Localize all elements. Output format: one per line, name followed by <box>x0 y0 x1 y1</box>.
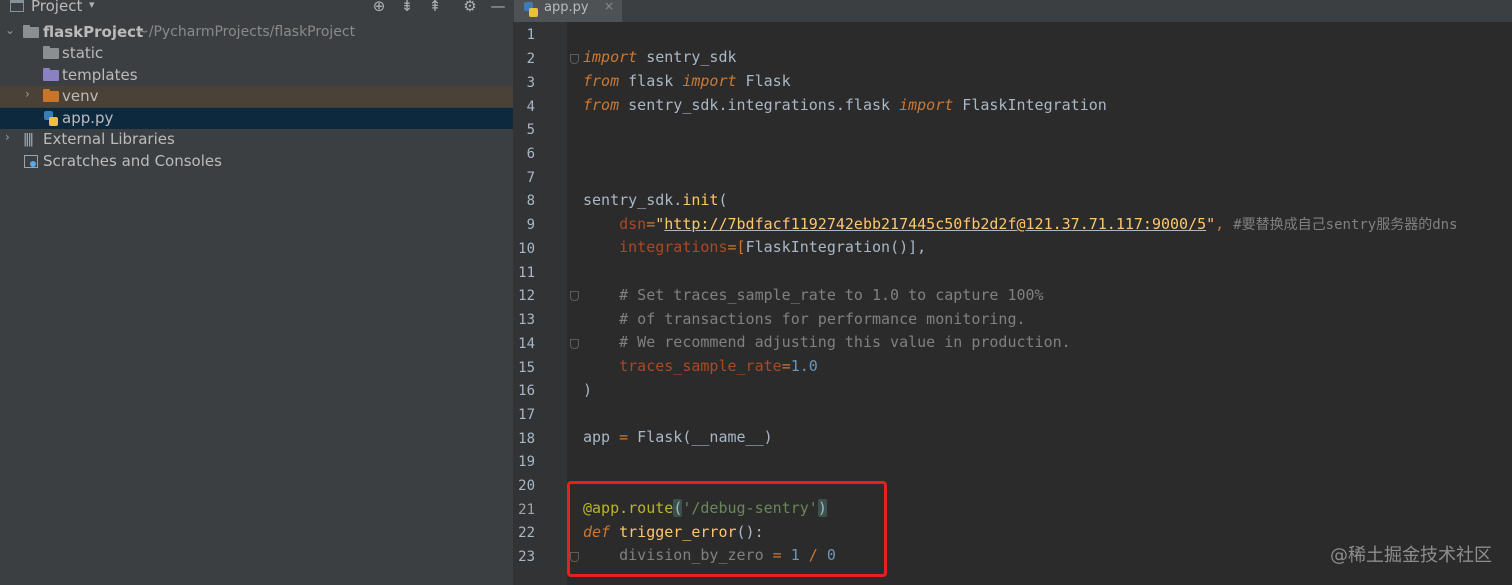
code-line-8: sentry_sdk.init( <box>583 191 728 209</box>
project-toolbar: Project ▾ ⊕ ⇟ ⇞ ⚙ — <box>0 0 513 15</box>
project-view-dropdown-icon[interactable]: ▾ <box>89 0 95 11</box>
code-line-14: # We recommend adjusting this value in p… <box>583 333 1071 351</box>
tree-item-label: static <box>62 44 104 62</box>
line-number: 11 <box>518 265 535 281</box>
code-line-4: from sentry_sdk.integrations.flask impor… <box>583 96 1107 114</box>
tab-app-py[interactable]: app.py × <box>514 0 622 22</box>
line-number: 4 <box>526 99 535 115</box>
code-line-13: # of transactions for performance monito… <box>583 310 1026 328</box>
line-number: 18 <box>518 431 535 447</box>
chevron-right-icon[interactable]: › <box>25 87 30 101</box>
minimize-icon[interactable]: — <box>489 0 507 15</box>
dsn-url-link[interactable]: http://7bdfacf1192742ebb217445c50fb2d2f@… <box>664 215 1206 233</box>
project-window-icon <box>10 0 24 12</box>
fold-marker-icon[interactable] <box>570 339 579 349</box>
gear-icon[interactable]: ⚙ <box>461 0 479 15</box>
fold-marker-icon[interactable] <box>570 54 579 64</box>
tree-item-static[interactable]: static <box>0 43 513 64</box>
tree-item-venv[interactable]: › venv <box>0 86 513 107</box>
line-number: 20 <box>518 478 535 494</box>
code-line-12: # Set traces_sample_rate to 1.0 to captu… <box>583 286 1044 304</box>
tree-item-label: External Libraries <box>43 130 175 148</box>
chevron-down-icon[interactable]: ⌄ <box>5 23 15 37</box>
line-number: 7 <box>526 170 535 186</box>
code-line-9: dsn="http://7bdfacf1192742ebb217445c50fb… <box>619 215 1458 233</box>
expand-all-icon[interactable]: ⇟ <box>398 0 416 15</box>
tree-item-app-py[interactable]: app.py <box>0 108 513 129</box>
highlight-annotation-box <box>567 481 887 577</box>
line-number: 6 <box>526 146 535 162</box>
root-project-path: ~/PycharmProjects/flaskProject <box>137 24 356 40</box>
python-file-icon <box>44 111 58 126</box>
line-number: 9 <box>526 217 535 233</box>
tree-item-flaskproject[interactable]: ⌄ flaskProject ~/PycharmProjects/flaskPr… <box>0 22 513 43</box>
project-tool-window: Project ▾ ⊕ ⇟ ⇞ ⚙ — ⌄ flaskProject ~/Pyc… <box>0 0 513 585</box>
folder-icon <box>43 46 59 59</box>
close-icon[interactable]: × <box>604 0 614 13</box>
line-number: 10 <box>518 241 535 257</box>
tree-item-external-libraries[interactable]: › ‖‖ External Libraries <box>0 129 513 150</box>
tree-item-label: templates <box>62 66 138 84</box>
library-icon: ‖‖ <box>23 132 34 147</box>
watermark: @稀土掘金技术社区 <box>1330 545 1492 566</box>
target-icon[interactable]: ⊕ <box>370 0 388 15</box>
line-number: 2 <box>526 51 535 67</box>
line-number: 14 <box>518 336 535 352</box>
scratches-icon <box>24 155 38 168</box>
line-number: 15 <box>518 360 535 376</box>
line-number: 21 <box>518 502 535 518</box>
editor-tab-bar: app.py × <box>513 0 1512 22</box>
line-number: 16 <box>518 383 535 399</box>
line-number: 19 <box>518 454 535 470</box>
line-number: 22 <box>518 525 535 541</box>
code-line-2: import sentry_sdk <box>583 48 737 66</box>
code-line-10: integrations=[FlaskIntegration()], <box>619 238 927 256</box>
tree-item-templates[interactable]: templates <box>0 65 513 86</box>
line-number: 5 <box>526 122 535 138</box>
code-line-16: ) <box>583 381 593 399</box>
tab-label: app.py <box>544 0 589 15</box>
line-number: 1 <box>526 27 535 43</box>
line-number: 3 <box>526 75 535 91</box>
line-number: 13 <box>518 312 535 328</box>
folder-icon <box>43 89 59 102</box>
code-line-18: app = Flask(__name__) <box>583 428 773 446</box>
code-line-15: traces_sample_rate=1.0 <box>619 357 818 375</box>
line-number: 17 <box>518 407 535 423</box>
folder-icon <box>23 25 39 38</box>
code-line-3: from flask import Flask <box>583 72 791 90</box>
python-file-icon <box>524 2 538 17</box>
tree-item-label: venv <box>62 87 99 105</box>
line-number: 12 <box>518 288 535 304</box>
folder-icon <box>43 68 59 81</box>
tree-item-label: app.py <box>62 109 114 127</box>
collapse-all-icon[interactable]: ⇞ <box>426 0 444 15</box>
chevron-right-icon[interactable]: › <box>5 130 10 144</box>
fold-marker-icon[interactable] <box>570 291 579 301</box>
root-project-name: flaskProject <box>43 23 144 41</box>
tree-item-label: Scratches and Consoles <box>43 152 222 170</box>
line-number-gutter: 1 2 3 4 5 6 7 8 9 10 11 12 13 14 15 16 17 18 19 20 21 22 23 <box>513 22 567 585</box>
tree-item-scratches[interactable]: Scratches and Consoles <box>0 151 513 172</box>
line-number: 8 <box>526 193 535 209</box>
line-number: 23 <box>518 549 535 565</box>
project-title[interactable]: Project <box>31 0 82 15</box>
